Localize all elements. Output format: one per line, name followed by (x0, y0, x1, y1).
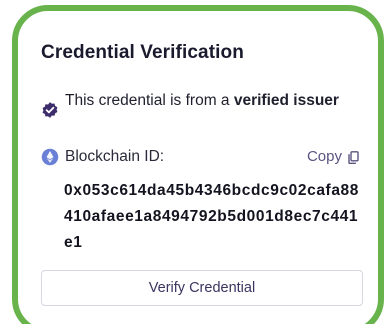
card-title: Credential Verification (41, 42, 244, 63)
blockchain-id-row: Blockchain ID: Copy (41, 147, 361, 167)
blockchain-id-label: Blockchain ID: (65, 148, 165, 165)
verified-badge-icon (42, 102, 58, 118)
copy-icon (348, 150, 359, 164)
verify-credential-button[interactable]: Verify Credential (41, 270, 363, 306)
verified-text-prefix: This credential is from a (65, 92, 234, 109)
blockchain-id-value: 0x053c614da45b4346bcdc9c02cafa88410afaee… (64, 182, 359, 251)
copy-button-label: Copy (306, 148, 342, 165)
verified-text-bold: verified issuer (233, 92, 339, 109)
copy-button[interactable]: Copy (307, 147, 359, 167)
verified-issuer-text: This credential is from a verified issue… (65, 90, 355, 112)
screen: Credential Verification This credential … (0, 0, 390, 324)
ethereum-icon (41, 148, 59, 166)
